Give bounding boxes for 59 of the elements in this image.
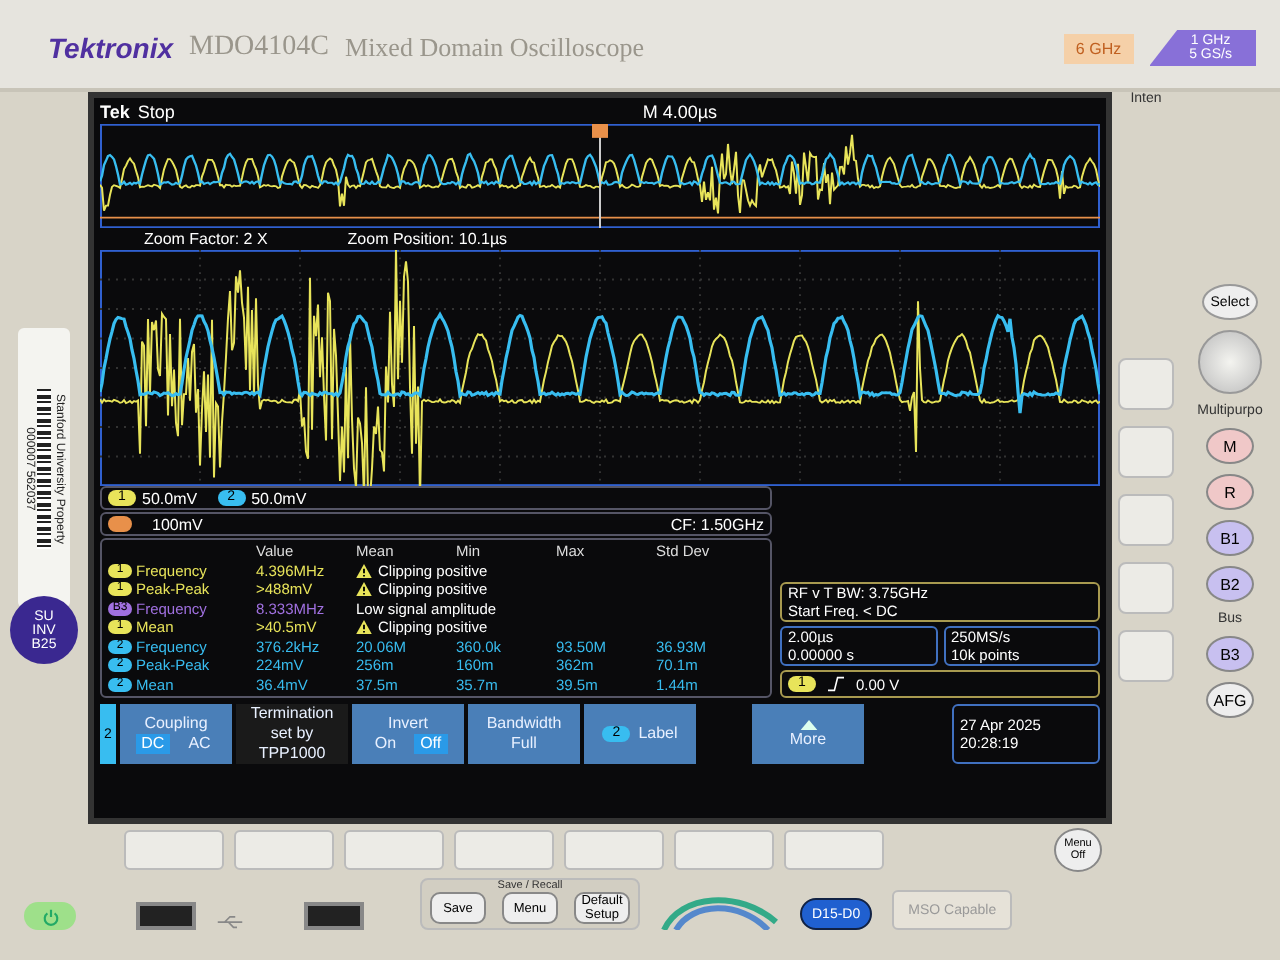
channel-scale: 50.0mV	[142, 489, 198, 507]
bottom-softkey[interactable]	[564, 830, 664, 870]
panel-button[interactable]: B2	[1206, 566, 1254, 602]
up-arrow-icon	[799, 719, 817, 729]
bus-button[interactable]: B3	[1206, 636, 1254, 672]
brand-logo: Tektronix	[48, 32, 173, 64]
power-icon	[41, 907, 59, 925]
multipurpose-knob[interactable]	[1198, 330, 1262, 394]
bottom-softkey[interactable]	[124, 830, 224, 870]
bottom-softkey[interactable]	[674, 830, 774, 870]
afg-button[interactable]: AFG	[1206, 682, 1254, 718]
power-button[interactable]	[24, 902, 76, 930]
bottom-softkey[interactable]	[784, 830, 884, 870]
bottom-softkey[interactable]	[234, 830, 334, 870]
softkey-title: Bandwidth	[486, 714, 562, 734]
tek-logo: Tek	[100, 102, 130, 122]
center-frequency: CF: 1.50GHz	[670, 515, 764, 533]
softkey-option[interactable]: AC	[182, 734, 217, 754]
barcode-icon	[37, 388, 51, 548]
softkey-menu[interactable]: Bandwidth Full	[468, 704, 580, 764]
usb-icon	[216, 914, 244, 930]
softkey-title: More	[789, 729, 827, 749]
warning-icon	[356, 563, 372, 578]
side-softkey[interactable]	[1118, 630, 1174, 682]
softkey-text: Full	[511, 734, 537, 754]
panel-button[interactable]: B1	[1206, 520, 1254, 556]
softkey-option[interactable]: On	[368, 734, 403, 754]
zoom-position: Zoom Position: 10.1µs	[347, 230, 508, 248]
side-softkey[interactable]	[1118, 562, 1174, 614]
bottom-softkey[interactable]	[344, 830, 444, 870]
warning-icon	[356, 582, 372, 597]
usb-port	[304, 902, 364, 930]
channel-scale: 50.0mV	[251, 489, 307, 507]
softkey-title: Invert	[387, 714, 428, 734]
softkey-menu[interactable]: Invert On Off	[352, 704, 464, 764]
side-softkey[interactable]	[1118, 494, 1174, 546]
warning-icon	[356, 620, 372, 635]
softkey-title: Coupling	[144, 714, 208, 734]
reference-badge-icon	[108, 516, 132, 532]
model-description: Mixed Domain Oscilloscope	[345, 32, 646, 64]
spectrum-badge: 6 GHz	[1063, 33, 1134, 63]
softkey-title: Label	[638, 724, 678, 744]
usb-port	[136, 902, 196, 930]
softkey-text: TPP1000	[258, 744, 326, 764]
side-softkey[interactable]	[1118, 358, 1174, 410]
run-state: Stop	[137, 102, 175, 122]
softkey-menu[interactable]: More	[752, 704, 864, 764]
softkey-text: set by	[270, 724, 314, 744]
panel-button[interactable]: R	[1206, 474, 1254, 510]
softkey-menu[interactable]: Coupling DC AC	[120, 704, 232, 764]
model-name: MDO4104C	[189, 32, 330, 64]
softkey-title: Termination	[250, 704, 334, 724]
timebase-readout: M 4.00µs	[642, 102, 718, 122]
rising-edge-icon	[828, 676, 844, 692]
zoom-factor: Zoom Factor: 2 X	[144, 230, 268, 248]
reference-scale: 100mV	[152, 515, 203, 533]
panel-button[interactable]: M	[1206, 428, 1254, 464]
bottom-softkey[interactable]	[454, 830, 554, 870]
side-softkey[interactable]	[1118, 426, 1174, 478]
